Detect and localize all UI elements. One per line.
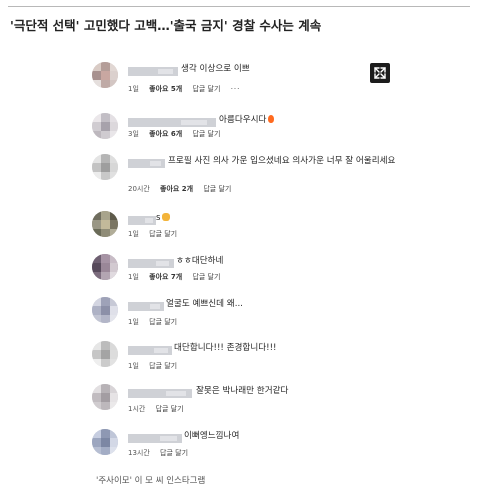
top-divider xyxy=(8,6,470,7)
comment-text: ㅎㅎ대단하네 xyxy=(176,256,224,266)
comment-text: 이뻐엥느낌나여 xyxy=(184,431,240,441)
avatar[interactable] xyxy=(92,384,118,410)
comment-meta: 1일 좋아요 7개 답글 달기 xyxy=(128,272,228,282)
username-blurred[interactable] xyxy=(128,346,172,355)
comment-meta: 3일 좋아요 6개 답글 달기 xyxy=(128,129,228,139)
comment-text: 잘못은 박나래만 한거같다 xyxy=(196,386,289,396)
avatar[interactable] xyxy=(92,429,118,455)
expand-icon xyxy=(374,67,386,79)
reply-link[interactable]: 답글 달기 xyxy=(160,449,188,457)
reply-link[interactable]: 답글 달기 xyxy=(149,362,177,370)
comment-time: 1일 xyxy=(128,273,139,281)
username-blurred[interactable] xyxy=(128,118,216,127)
comment-meta: 1일 좋아요 5개 답글 달기 ··· xyxy=(128,84,248,94)
reply-link[interactable]: 답글 달기 xyxy=(192,130,220,138)
username-blurred[interactable] xyxy=(128,434,182,443)
username-blurred[interactable] xyxy=(128,389,192,398)
comment-meta: 1시간 답글 달기 xyxy=(128,404,192,414)
comment-time: 1일 xyxy=(128,318,139,326)
reply-link[interactable]: 답글 달기 xyxy=(149,318,177,326)
avatar[interactable] xyxy=(92,211,118,237)
reply-link[interactable]: 답글 달기 xyxy=(156,405,184,413)
like-count[interactable]: 좋아요 7개 xyxy=(149,273,182,281)
comment-meta: 20시간 좋아요 2개 답글 달기 xyxy=(128,184,239,194)
comment-time: 1일 xyxy=(128,230,139,238)
username-blurred[interactable] xyxy=(128,259,174,268)
avatar[interactable] xyxy=(92,154,118,180)
like-count[interactable]: 좋아요 6개 xyxy=(149,130,182,138)
like-count[interactable]: 좋아요 2개 xyxy=(160,185,193,193)
comment-text: s xyxy=(156,212,171,225)
comment-text: 대단합니다!!! 존경합니다!!! xyxy=(174,343,277,353)
comment-time: 1일 xyxy=(128,362,139,370)
comment-meta: 1일 답글 달기 xyxy=(128,361,185,371)
username-blurred[interactable] xyxy=(128,302,164,311)
image-caption: '주사이모' 이 모 씨 인스타그램 xyxy=(96,476,206,486)
username-blurred[interactable] xyxy=(128,216,156,225)
avatar[interactable] xyxy=(92,341,118,367)
avatar[interactable] xyxy=(92,113,118,139)
comment-meta: 1일 답글 달기 xyxy=(128,229,185,239)
comment-meta: 1일 답글 달기 xyxy=(128,317,185,327)
comment-text: 프로필 사진 의사 가운 입으셨네요 의사가운 너무 잘 어울리세요 xyxy=(168,156,396,166)
comment-meta: 13시간 답글 달기 xyxy=(128,448,196,458)
clapping-hands-emoji-icon xyxy=(162,213,171,221)
reply-link[interactable]: 답글 달기 xyxy=(149,230,177,238)
reply-link[interactable]: 답글 달기 xyxy=(203,185,231,193)
comment-text-content: 아름다우시다 xyxy=(219,115,267,125)
comment-time: 1시간 xyxy=(128,405,146,413)
more-options-icon[interactable]: ··· xyxy=(231,85,241,93)
comment-time: 3일 xyxy=(128,130,139,138)
comment-time: 1일 xyxy=(128,85,139,93)
avatar[interactable] xyxy=(92,254,118,280)
fire-emoji-icon xyxy=(268,115,275,123)
comment-time: 13시간 xyxy=(128,449,150,457)
reply-link[interactable]: 답글 달기 xyxy=(192,85,220,93)
comment-text: 생각 이상으로 이쁘 xyxy=(181,64,250,74)
avatar[interactable] xyxy=(92,297,118,323)
reply-link[interactable]: 답글 달기 xyxy=(192,273,220,281)
comment-text-content: s xyxy=(156,213,161,223)
username-blurred[interactable] xyxy=(128,159,165,168)
expand-button[interactable] xyxy=(370,63,390,83)
username-blurred[interactable] xyxy=(128,67,178,76)
comment-text: 아름다우시다 xyxy=(219,114,275,127)
like-count[interactable]: 좋아요 5개 xyxy=(149,85,182,93)
comment-time: 20시간 xyxy=(128,185,150,193)
comment-text: 얼굴도 예쁘신데 왜... xyxy=(166,299,243,309)
avatar[interactable] xyxy=(92,62,118,88)
article-headline: '극단적 선택' 고민했다 고백…'출국 금지' 경찰 수사는 계속 xyxy=(10,18,322,33)
